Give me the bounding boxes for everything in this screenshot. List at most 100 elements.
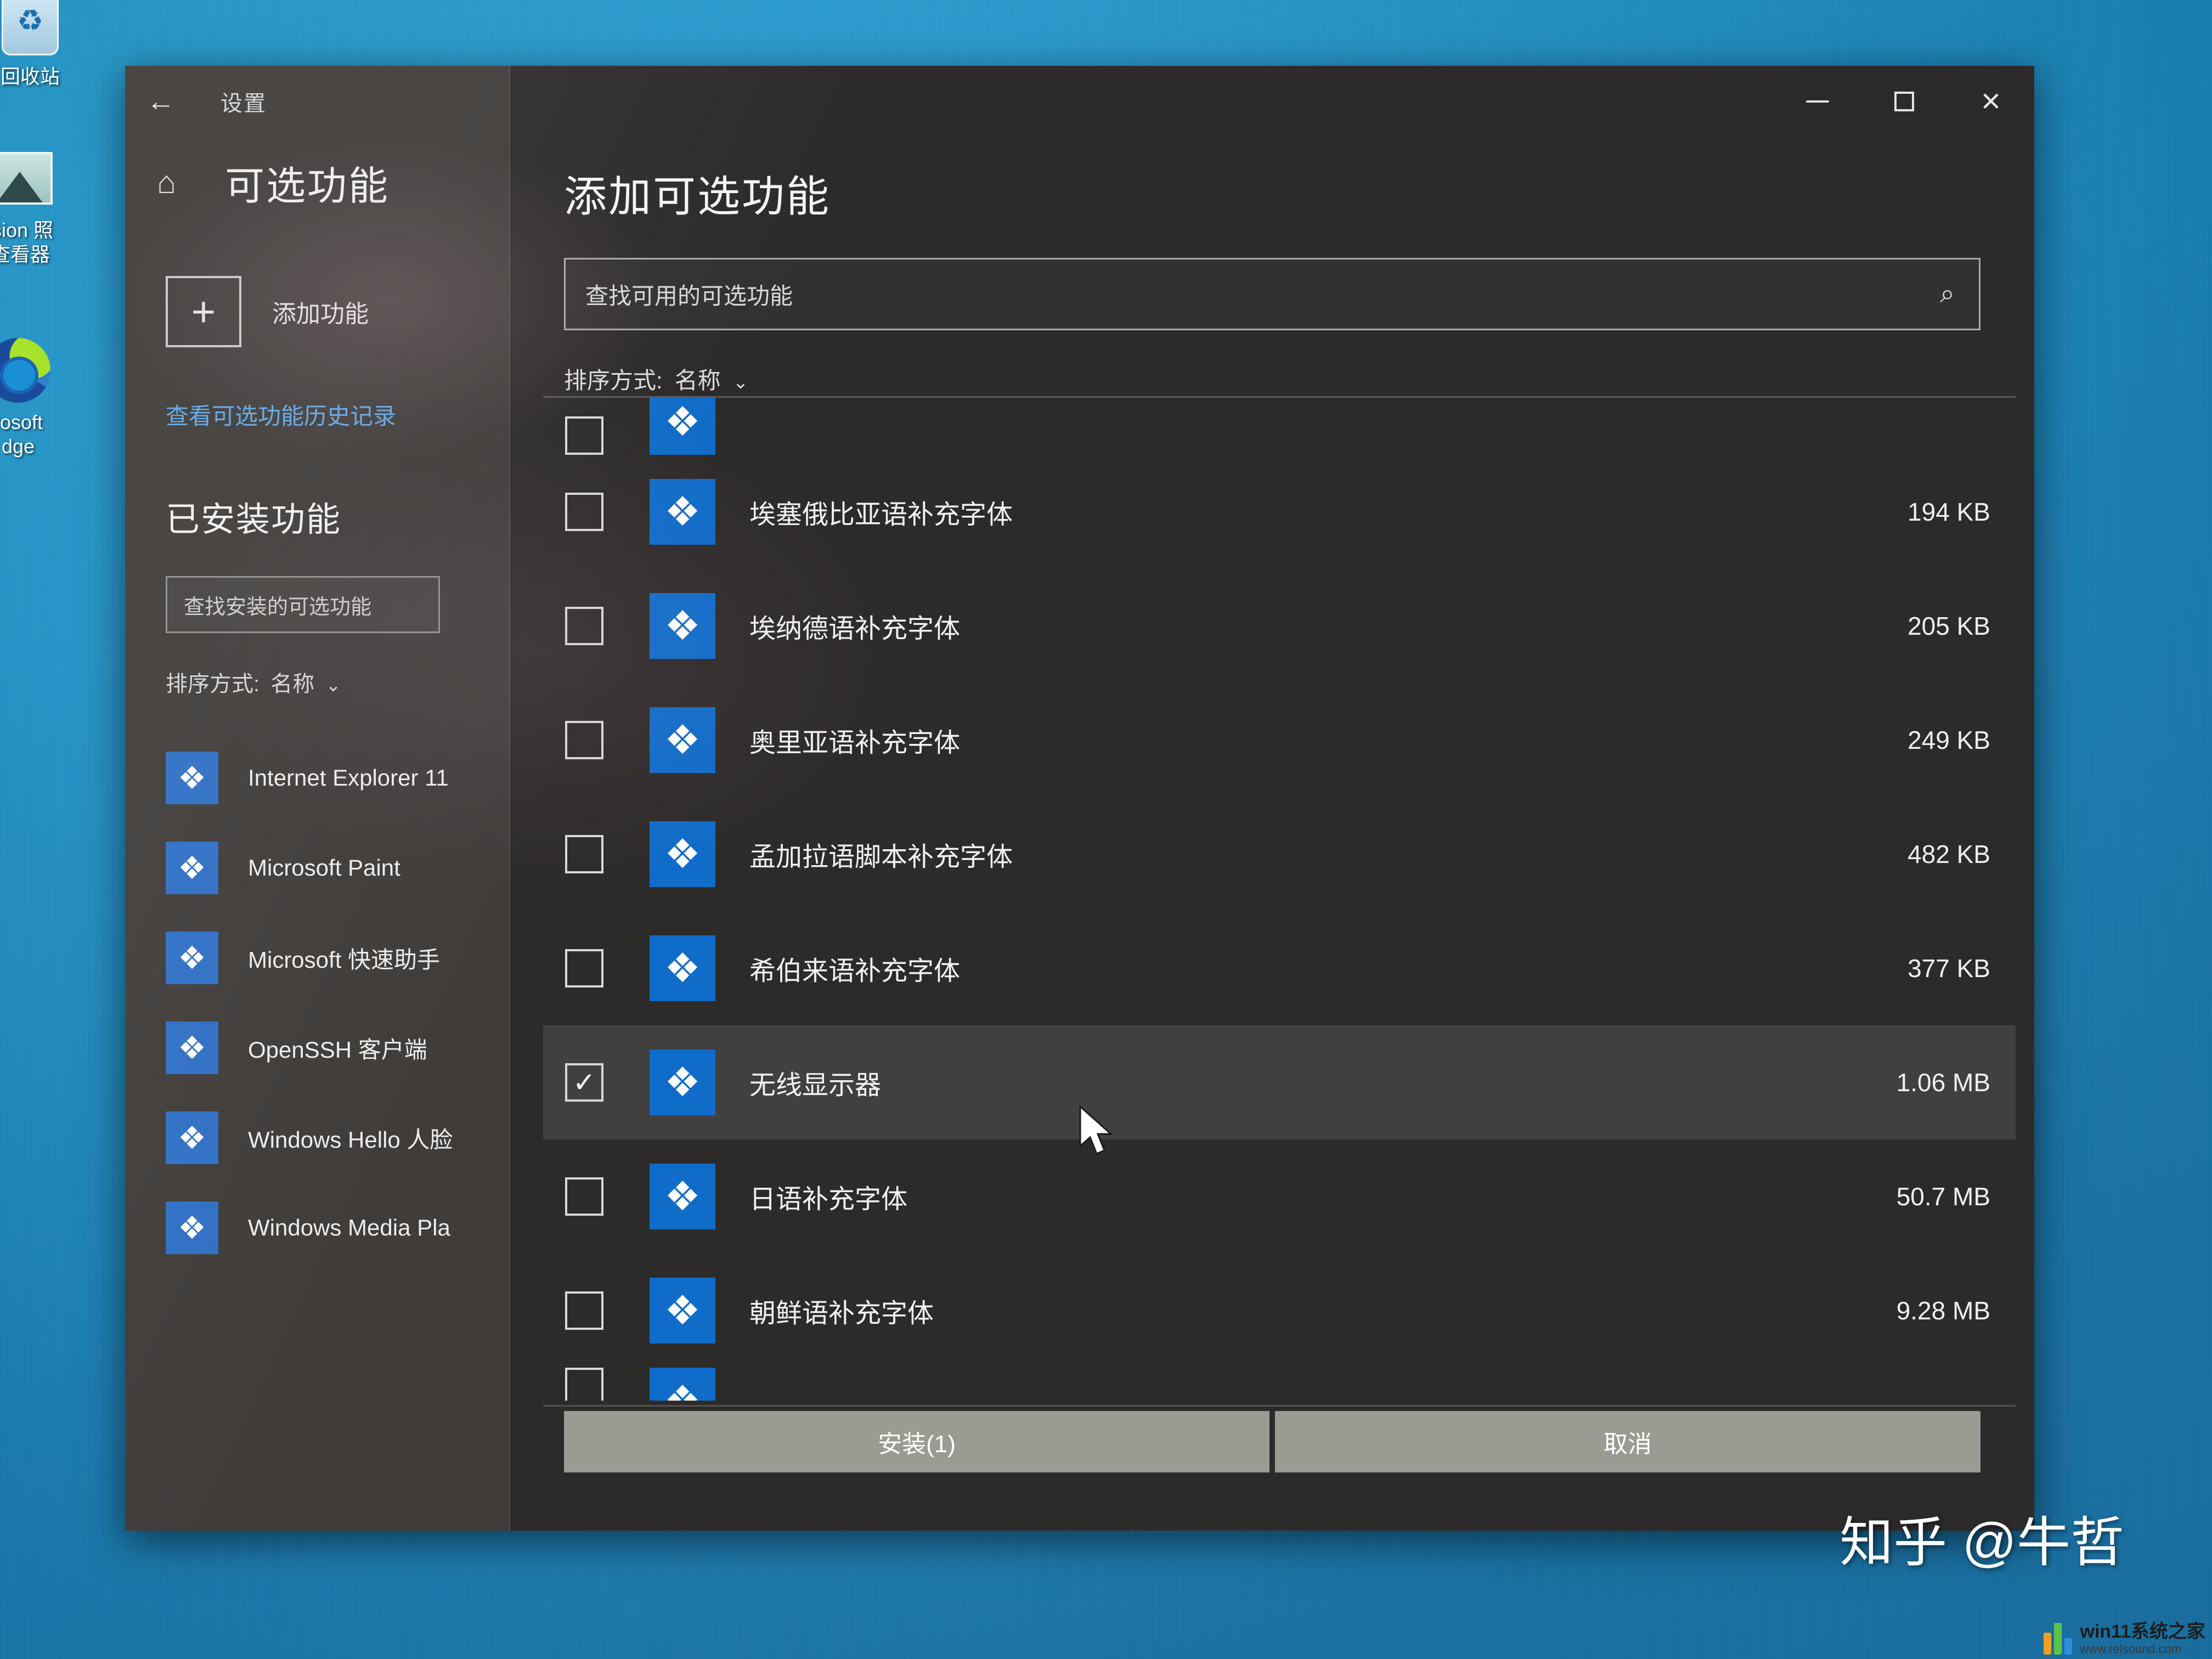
table-row[interactable]: ❖ 朝鲜语补充字体 9.28 MB: [543, 1254, 2016, 1368]
table-row[interactable]: ❖ 埃纳德语补充字体 205 KB: [543, 569, 2016, 683]
puzzle-piece-icon: ❖: [650, 1278, 715, 1344]
desktop-icon-photo-viewer[interactable]: ision 照 查看器: [0, 143, 72, 267]
feature-size: 482 KB: [1908, 840, 1990, 868]
list-item[interactable]: ❖ Microsoft Paint: [166, 823, 509, 913]
installed-feature-name: Microsoft 快速助手: [248, 946, 441, 973]
list-item[interactable]: ❖ OpenSSH 客户端: [166, 1003, 509, 1093]
feature-checkbox[interactable]: [565, 1291, 603, 1330]
feature-name: 希伯来语补充字体: [749, 957, 961, 986]
table-row[interactable]: ❖ 希伯来语补充字体 377 KB: [543, 911, 2016, 1025]
page-title: 可选功能: [225, 165, 390, 208]
puzzle-piece-icon: ❖: [650, 935, 715, 1001]
installed-feature-name: Internet Explorer 11: [248, 765, 449, 791]
table-row[interactable]: ❖ 日语补充字体 50.7 MB: [543, 1139, 2016, 1254]
feature-checkbox[interactable]: [565, 1368, 603, 1401]
desktop-icon-microsoft-edge[interactable]: rosoft dge: [0, 335, 70, 459]
desktop-icon-label: ision 照 查看器: [0, 219, 54, 266]
desktop-icon-label: rosoft dge: [0, 411, 43, 458]
window-title: 设置: [221, 92, 267, 116]
installed-feature-name: OpenSSH 客户端: [248, 1036, 427, 1063]
feature-size: 9.28 MB: [1896, 1296, 1990, 1325]
list-item[interactable]: ❖ Microsoft 快速助手: [166, 913, 509, 1003]
zhihu-watermark: 知乎 @牛哲: [1839, 1512, 2124, 1572]
edge-icon: [0, 335, 54, 406]
puzzle-piece-icon: ❖: [650, 398, 715, 455]
feature-size: 50.7 MB: [1896, 1182, 1990, 1211]
list-item[interactable]: ❖ Internet Explorer 11: [166, 733, 509, 823]
window-titlebar: ← 设置 ×: [125, 66, 2034, 137]
logo-bars-icon: [2044, 1623, 2073, 1655]
puzzle-piece-icon: ❖: [166, 842, 218, 894]
table-row[interactable]: ❖: [543, 398, 2016, 455]
add-feature-button[interactable]: + 添加功能: [125, 276, 509, 347]
cancel-button[interactable]: 取消: [1275, 1411, 1980, 1472]
back-arrow-icon: ←: [146, 86, 175, 117]
puzzle-piece-icon: ❖: [650, 593, 715, 659]
feature-search-input[interactable]: 查找可用的可选功能 ⌕: [564, 258, 1980, 330]
optional-features-pane: ⌂ 可选功能 + 添加功能 查看可选功能历史记录 已安装功能 查找安装的可选功能…: [125, 137, 509, 1531]
table-row[interactable]: ❖ 奥里亚语补充字体 249 KB: [543, 683, 2016, 797]
puzzle-piece-icon: ❖: [650, 707, 715, 773]
home-icon[interactable]: ⌂: [157, 164, 198, 201]
back-button[interactable]: ←: [125, 74, 196, 129]
add-optional-feature-dialog: 添加可选功能 查找可用的可选功能 ⌕ 排序方式: 名称 ⌄ ❖ ❖ 埃塞俄比亚语补充…: [509, 66, 2034, 1531]
chevron-down-icon: ⌄: [732, 372, 749, 393]
puzzle-piece-icon: ❖: [166, 1111, 218, 1164]
feature-checkbox[interactable]: [565, 416, 603, 455]
dialog-sort-dropdown[interactable]: 排序方式: 名称 ⌄: [564, 362, 2034, 396]
feature-name: 朝鲜语补充字体: [749, 1299, 934, 1328]
table-row[interactable]: ❖ 埃塞俄比亚语补充字体 194 KB: [543, 455, 2016, 569]
list-item[interactable]: ❖ Windows Hello 人脸: [166, 1093, 509, 1183]
logo-url: www.relsound.com: [2080, 1641, 2182, 1656]
puzzle-piece-icon: ❖: [650, 1368, 715, 1401]
desktop-icon-label: 回收站: [0, 65, 60, 88]
installed-sort-value: 名称: [270, 672, 315, 696]
puzzle-piece-icon: ❖: [650, 1049, 715, 1115]
feature-checkbox[interactable]: ✓: [565, 1063, 603, 1102]
installed-features-list: ❖ Internet Explorer 11 ❖ Microsoft Paint ❖ Mi…: [125, 733, 509, 1273]
installed-features-heading: 已安装功能: [166, 501, 342, 539]
feature-name: 奥里亚语补充字体: [749, 729, 961, 758]
desktop-icon-recycle-bin[interactable]: ♻ 回收站: [0, 0, 82, 89]
puzzle-piece-icon: ❖: [650, 1164, 715, 1229]
feature-name: 日语补充字体: [749, 1185, 908, 1214]
installed-sort-label: 排序方式:: [166, 672, 260, 696]
dialog-sort-value: 名称: [674, 368, 721, 393]
view-feature-history-link[interactable]: 查看可选功能历史记录: [125, 398, 509, 431]
installed-feature-name: Windows Hello 人脸: [248, 1126, 453, 1153]
installed-sort-dropdown[interactable]: 排序方式: 名称 ⌄: [125, 666, 509, 698]
minimize-icon: [1806, 100, 1829, 103]
install-button[interactable]: 安装(1): [564, 1411, 1269, 1472]
minimize-button[interactable]: [1774, 66, 1861, 137]
list-item[interactable]: ❖ Windows Media Pla: [166, 1183, 509, 1273]
feature-checkbox[interactable]: [565, 835, 603, 873]
table-row[interactable]: ❖: [543, 1368, 2016, 1401]
dialog-action-buttons: 安装(1) 取消: [564, 1411, 1980, 1472]
feature-checkbox[interactable]: [565, 721, 603, 759]
table-row[interactable]: ❖ 孟加拉语脚本补充字体 482 KB: [543, 797, 2016, 911]
dialog-sort-label: 排序方式:: [564, 368, 663, 393]
feature-search-placeholder: 查找可用的可选功能: [585, 283, 793, 309]
close-button[interactable]: ×: [1948, 66, 2034, 137]
feature-checkbox[interactable]: [565, 1177, 603, 1216]
maximize-button[interactable]: [1861, 66, 1948, 137]
puzzle-piece-icon: ❖: [166, 752, 218, 804]
feature-checkbox[interactable]: [565, 949, 603, 988]
available-features-list[interactable]: ❖ ❖ 埃塞俄比亚语补充字体 194 KB ❖ 埃纳德语补充字体 205 KB ❖ 奥里亚语补充…: [543, 396, 2016, 1407]
settings-window: ← 设置 × ⌂ 可选功能 + 添加功能 查看可选功能历史记录 已安装功能 查找…: [125, 66, 2034, 1531]
search-icon[interactable]: ⌕: [1940, 279, 1979, 309]
installed-search-input[interactable]: 查找安装的可选功能: [166, 576, 440, 633]
photo-viewer-icon: [0, 143, 56, 214]
feature-size: 377 KB: [1908, 954, 1990, 983]
feature-checkbox[interactable]: [565, 607, 603, 645]
feature-size: 249 KB: [1908, 726, 1990, 754]
maximize-icon: [1894, 92, 1914, 111]
installed-feature-name: Microsoft Paint: [248, 855, 400, 881]
pane-header: ⌂ 可选功能: [125, 154, 509, 211]
feature-checkbox[interactable]: [565, 493, 603, 531]
installed-search-placeholder: 查找安装的可选功能: [184, 595, 372, 619]
close-icon: ×: [1980, 82, 2001, 120]
table-row[interactable]: ✓ ❖ 无线显示器 1.06 MB: [543, 1025, 2016, 1139]
feature-size: 205 KB: [1908, 612, 1990, 640]
feature-name: 无线显示器: [749, 1071, 882, 1100]
